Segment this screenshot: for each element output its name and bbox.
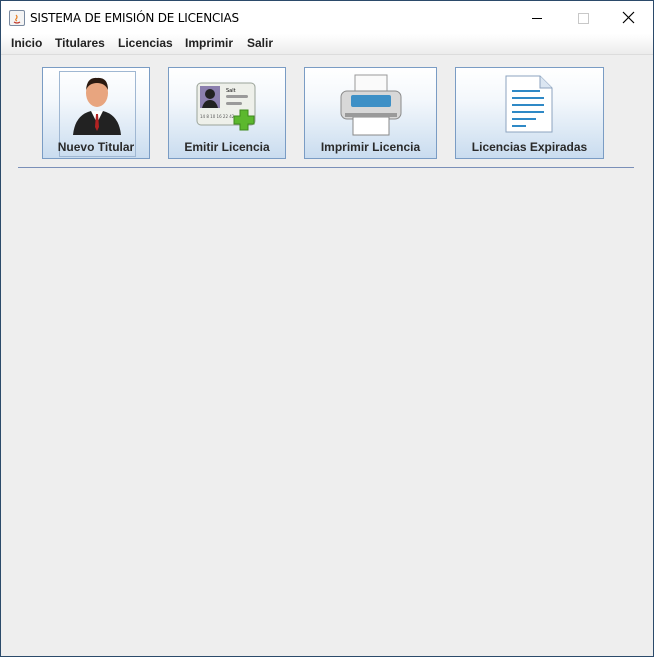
maximize-button[interactable] xyxy=(560,1,606,34)
title-bar: SISTEMA DE EMISIÓN DE LICENCIAS xyxy=(1,1,653,34)
document-icon xyxy=(505,75,553,133)
window-title: SISTEMA DE EMISIÓN DE LICENCIAS xyxy=(30,11,239,25)
minimize-button[interactable] xyxy=(514,1,560,34)
card-number-text: 14 8 10 16 22 42 xyxy=(200,114,235,119)
menu-titulares[interactable]: Titulares xyxy=(55,36,105,50)
licencias-expiradas-label: Licencias Expiradas xyxy=(471,140,588,154)
close-icon xyxy=(622,11,635,24)
printer-icon xyxy=(340,74,402,136)
nuevo-titular-label: Nuevo Titular xyxy=(57,140,135,154)
close-button[interactable] xyxy=(606,1,652,34)
menu-inicio[interactable]: Inicio xyxy=(11,36,42,50)
menu-salir[interactable]: Salir xyxy=(247,36,273,50)
card-name-text: Salt xyxy=(226,88,236,94)
person-icon xyxy=(73,77,121,135)
app-window: SISTEMA DE EMISIÓN DE LICENCIAS Inicio T… xyxy=(0,0,654,657)
emitir-licencia-button[interactable]: Salt 14 8 10 16 22 42 Emitir Licencia xyxy=(168,67,286,159)
nuevo-titular-button[interactable]: Nuevo Titular xyxy=(42,67,150,159)
menu-imprimir[interactable]: Imprimir xyxy=(185,36,233,50)
licencias-expiradas-button[interactable]: Licencias Expiradas xyxy=(455,67,604,159)
imprimir-licencia-button[interactable]: Imprimir Licencia xyxy=(304,67,437,159)
id-card-add-icon: Salt 14 8 10 16 22 42 xyxy=(196,82,256,131)
java-icon xyxy=(9,10,25,26)
imprimir-licencia-label: Imprimir Licencia xyxy=(320,140,421,154)
menu-bar: Inicio Titulares Licencias Imprimir Sali… xyxy=(1,34,653,55)
menu-licencias[interactable]: Licencias xyxy=(118,36,173,50)
emitir-licencia-label: Emitir Licencia xyxy=(184,140,270,154)
toolbar-separator xyxy=(18,167,634,168)
main-content-area xyxy=(1,169,653,656)
